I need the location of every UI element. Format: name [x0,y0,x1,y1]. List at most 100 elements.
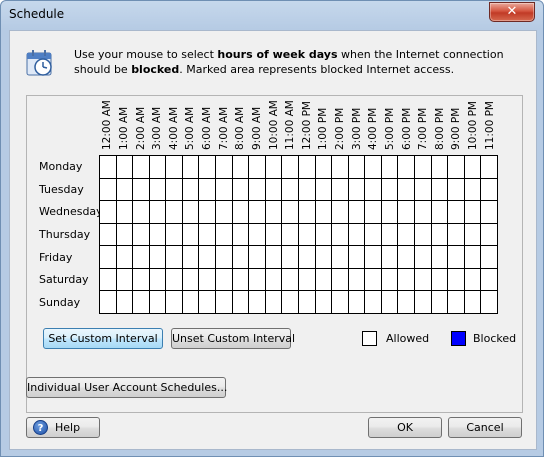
schedule-cell[interactable] [397,177,415,202]
schedule-cell[interactable] [115,155,134,179]
schedule-cell[interactable] [248,155,266,179]
schedule-cell[interactable] [248,245,266,269]
schedule-cell[interactable] [413,245,432,269]
schedule-cell[interactable] [281,267,299,292]
schedule-cell[interactable] [463,177,482,202]
schedule-cell[interactable] [364,177,382,202]
schedule-cell[interactable] [364,290,382,314]
schedule-cell[interactable] [364,267,382,292]
schedule-cell[interactable] [297,245,316,269]
schedule-cell[interactable] [165,200,183,224]
schedule-cell[interactable] [231,222,250,247]
schedule-cell[interactable] [463,245,482,269]
schedule-grid[interactable] [99,155,498,314]
schedule-cell[interactable] [264,155,283,179]
schedule-cell[interactable] [430,245,449,269]
schedule-cell[interactable] [198,155,217,179]
schedule-cell[interactable] [181,290,200,314]
schedule-cell[interactable] [480,290,498,314]
schedule-cell[interactable] [248,290,266,314]
schedule-cell[interactable] [132,200,150,224]
schedule-cell[interactable] [281,200,299,224]
schedule-cell[interactable] [99,177,117,202]
schedule-cell[interactable] [165,267,183,292]
schedule-cell[interactable] [314,245,333,269]
schedule-cell[interactable] [215,155,233,179]
schedule-cell[interactable] [248,222,266,247]
schedule-cell[interactable] [99,222,117,247]
schedule-cell[interactable] [413,222,432,247]
schedule-cell[interactable] [314,177,333,202]
schedule-cell[interactable] [413,200,432,224]
schedule-cell[interactable] [181,177,200,202]
schedule-cell[interactable] [430,200,449,224]
schedule-cell[interactable] [115,290,134,314]
schedule-cell[interactable] [281,177,299,202]
schedule-cell[interactable] [331,245,349,269]
schedule-cell[interactable] [264,267,283,292]
schedule-cell[interactable] [99,267,117,292]
schedule-cell[interactable] [132,177,150,202]
schedule-cell[interactable] [165,155,183,179]
schedule-cell[interactable] [181,200,200,224]
schedule-cell[interactable] [215,245,233,269]
schedule-cell[interactable] [215,177,233,202]
schedule-cell[interactable] [281,245,299,269]
schedule-cell[interactable] [314,200,333,224]
schedule-cell[interactable] [413,290,432,314]
schedule-cell[interactable] [447,200,465,224]
schedule-cell[interactable] [231,245,250,269]
schedule-cell[interactable] [198,267,217,292]
schedule-cell[interactable] [215,222,233,247]
schedule-cell[interactable] [198,177,217,202]
schedule-cell[interactable] [347,267,366,292]
schedule-cell[interactable] [447,267,465,292]
schedule-cell[interactable] [281,290,299,314]
schedule-cell[interactable] [281,155,299,179]
schedule-cell[interactable] [314,290,333,314]
schedule-cell[interactable] [215,290,233,314]
schedule-cell[interactable] [331,200,349,224]
schedule-cell[interactable] [148,222,167,247]
schedule-cell[interactable] [480,200,498,224]
schedule-cell[interactable] [297,267,316,292]
schedule-cell[interactable] [297,200,316,224]
schedule-cell[interactable] [480,155,498,179]
schedule-cell[interactable] [215,267,233,292]
schedule-cell[interactable] [447,245,465,269]
help-button[interactable]: ? Help [26,417,100,438]
schedule-cell[interactable] [347,177,366,202]
schedule-cell[interactable] [397,267,415,292]
schedule-cell[interactable] [314,222,333,247]
schedule-cell[interactable] [264,222,283,247]
schedule-cell[interactable] [413,155,432,179]
schedule-cell[interactable] [115,177,134,202]
schedule-cell[interactable] [132,245,150,269]
schedule-cell[interactable] [99,155,117,179]
schedule-cell[interactable] [314,267,333,292]
schedule-cell[interactable] [314,155,333,179]
schedule-cell[interactable] [347,222,366,247]
schedule-cell[interactable] [165,222,183,247]
schedule-cell[interactable] [380,290,399,314]
schedule-cell[interactable] [364,200,382,224]
schedule-cell[interactable] [231,177,250,202]
schedule-cell[interactable] [463,290,482,314]
schedule-cell[interactable] [380,200,399,224]
schedule-cell[interactable] [215,200,233,224]
schedule-cell[interactable] [430,222,449,247]
schedule-cell[interactable] [297,155,316,179]
schedule-cell[interactable] [281,222,299,247]
schedule-cell[interactable] [397,200,415,224]
schedule-cell[interactable] [115,222,134,247]
schedule-cell[interactable] [231,155,250,179]
schedule-cell[interactable] [347,245,366,269]
schedule-cell[interactable] [380,222,399,247]
schedule-cell[interactable] [447,177,465,202]
schedule-cell[interactable] [364,245,382,269]
schedule-cell[interactable] [198,222,217,247]
schedule-cell[interactable] [380,245,399,269]
schedule-cell[interactable] [447,155,465,179]
schedule-cell[interactable] [413,267,432,292]
schedule-cell[interactable] [132,155,150,179]
